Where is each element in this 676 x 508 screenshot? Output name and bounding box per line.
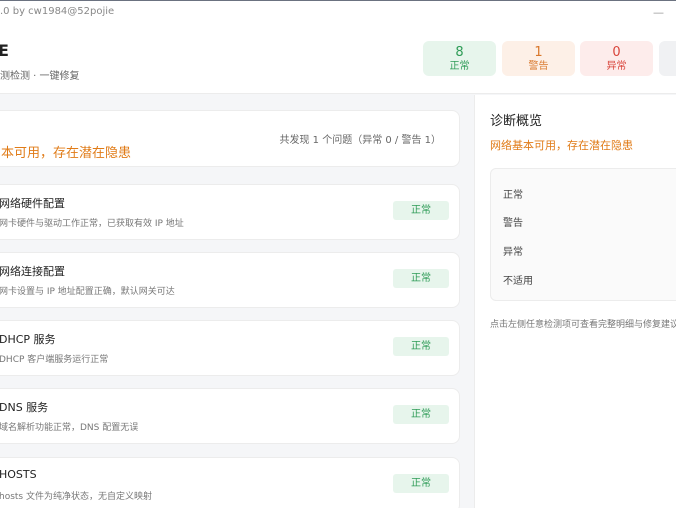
app-title: E: [0, 41, 9, 60]
check-item-desc: 域名解析功能正常，DNS 配置无误: [0, 423, 139, 433]
app-header: E 测检测 · 一键修复 8 正常 1 警告 0 异常: [0, 24, 676, 94]
app-subtitle: 测检测 · 一键修复: [0, 71, 80, 82]
stat-err-count: 0: [612, 45, 621, 60]
panel-title: 诊断概览: [490, 114, 543, 129]
panel-status: 网络基本可用，存在潜在隐患: [490, 139, 633, 152]
minimize-icon[interactable]: —: [653, 6, 664, 19]
results-list: 共发现 1 个问题（异常 0 / 警告 1） 本可用，存在潜在隐患 网络硬件配置…: [0, 95, 474, 508]
check-item-desc: 网卡硬件与驱动工作正常，已获取有效 IP 地址: [0, 219, 184, 229]
overview-row-ok: 正常: [503, 190, 523, 201]
stat-warn-label: 警告: [528, 61, 549, 72]
status-badge: 正常: [393, 337, 449, 356]
check-item-title: DHCP 服务: [0, 333, 56, 346]
check-item-hardware[interactable]: 网络硬件配置 网卡硬件与驱动工作正常，已获取有效 IP 地址 正常: [0, 184, 460, 240]
summary-status: 本可用，存在潜在隐患: [1, 146, 132, 161]
check-item-title: 网络硬件配置: [0, 197, 65, 210]
issue-count: 共发现 1 个问题（异常 0 / 警告 1）: [279, 135, 441, 146]
stat-err-label: 异常: [606, 61, 627, 72]
status-badge: 正常: [393, 269, 449, 288]
stat-na-card[interactable]: [659, 41, 676, 76]
check-item-title: DNS 服务: [0, 401, 49, 414]
overview-row-err: 异常: [503, 247, 523, 258]
check-item-hosts[interactable]: HOSTS hosts 文件为纯净状态，无自定义映射 正常: [0, 457, 460, 508]
check-item-desc: DHCP 客户端服务运行正常: [0, 355, 109, 365]
stat-ok-label: 正常: [449, 61, 470, 72]
check-item-dhcp[interactable]: DHCP 服务 DHCP 客户端服务运行正常 正常: [0, 320, 460, 376]
overview-row-na: 不适用: [503, 276, 533, 287]
overview-stats-box: 正常 警告 异常 不适用: [490, 168, 676, 301]
check-item-dns[interactable]: DNS 服务 域名解析功能正常，DNS 配置无误 正常: [0, 388, 460, 444]
check-item-desc: 网卡设置与 IP 地址配置正确，默认网关可达: [0, 287, 175, 297]
status-badge: 正常: [393, 405, 449, 424]
stat-warn-card[interactable]: 1 警告: [502, 41, 575, 76]
stat-warn-count: 1: [534, 45, 543, 60]
overview-row-warn: 警告: [503, 218, 523, 229]
status-badge: 正常: [393, 474, 449, 493]
window-title: .0 by cw1984@52pojie: [0, 6, 115, 17]
check-item-connection[interactable]: 网络连接配置 网卡设置与 IP 地址配置正确，默认网关可达 正常: [0, 252, 460, 308]
stat-ok-count: 8: [455, 45, 464, 60]
check-item-title: HOSTS: [0, 468, 37, 481]
status-badge: 正常: [393, 201, 449, 220]
check-item-title: 网络连接配置: [0, 265, 65, 278]
diagnosis-panel: 诊断概览 网络基本可用，存在潜在隐患 正常 警告 异常 不适用 点击左侧任意检测…: [474, 95, 676, 508]
stat-ok-card[interactable]: 8 正常: [423, 41, 496, 76]
panel-hint: 点击左侧任意检测项可查看完整明细与修复建议: [490, 320, 676, 330]
check-item-desc: hosts 文件为纯净状态，无自定义映射: [0, 492, 152, 502]
stat-err-card[interactable]: 0 异常: [580, 41, 653, 76]
title-bar: .0 by cw1984@52pojie —: [0, 0, 676, 24]
summary-card: 共发现 1 个问题（异常 0 / 警告 1） 本可用，存在潜在隐患: [0, 110, 460, 167]
